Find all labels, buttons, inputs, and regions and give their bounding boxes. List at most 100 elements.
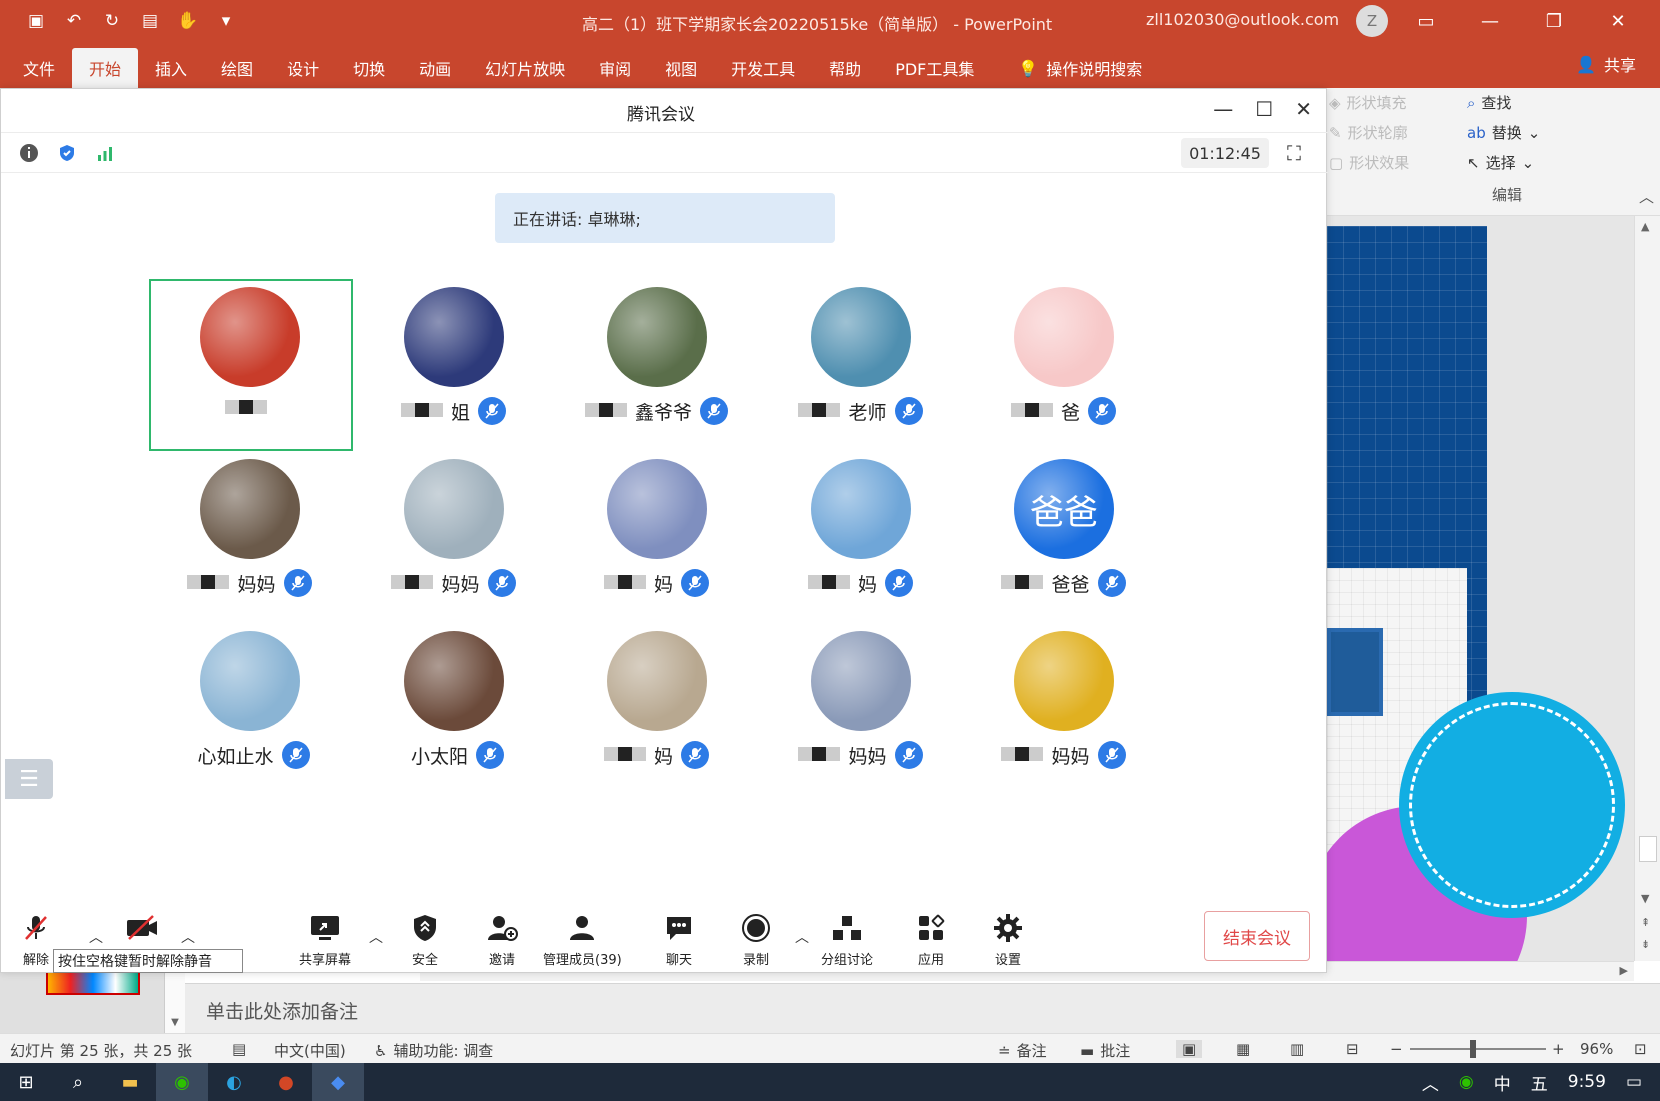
participant-tile[interactable]: 妈妈 xyxy=(147,451,352,619)
notes-pane[interactable]: 单击此处添加备注 xyxy=(0,983,1660,1033)
replace-button[interactable]: ab 替换 ⌄ xyxy=(1467,122,1540,143)
ribbon-tab[interactable]: 设计 xyxy=(270,48,336,88)
ribbon-tab[interactable]: PDF工具集 xyxy=(878,48,991,88)
accessibility-status[interactable]: ♿ 辅助功能: 调查 xyxy=(374,1040,493,1061)
notes-placeholder[interactable]: 单击此处添加备注 xyxy=(206,997,358,1024)
notes-toggle[interactable]: ≐ 备注 xyxy=(998,1040,1047,1061)
shape-fill-button[interactable]: ◈ 形状填充 xyxy=(1329,92,1407,113)
find-button[interactable]: ⌕ 查找 xyxy=(1467,92,1511,113)
end-meeting-button[interactable]: 结束会议 xyxy=(1204,911,1310,961)
ribbon-tab[interactable]: 切换 xyxy=(336,48,402,88)
participant-tile[interactable]: 姐 xyxy=(351,279,556,447)
powerpoint-icon[interactable]: ● xyxy=(260,1063,312,1101)
ime-language[interactable]: 中 xyxy=(1494,1070,1511,1095)
invite-button[interactable]: 邀请 xyxy=(485,911,519,968)
share-button[interactable]: 👤 共享 xyxy=(1576,52,1636,76)
account-email[interactable]: zll102030@outlook.com xyxy=(1146,10,1339,29)
ribbon-tab[interactable]: 幻灯片放映 xyxy=(468,48,582,88)
participant-tile[interactable]: 鑫爷爷 xyxy=(554,279,759,447)
shield-icon[interactable] xyxy=(55,141,79,165)
participant-tile[interactable]: 妈 xyxy=(758,451,963,619)
signal-icon[interactable] xyxy=(93,141,117,165)
mic-options-chevron-icon[interactable]: ︿ xyxy=(89,927,103,947)
participant-tile[interactable]: 心如止水 xyxy=(147,623,352,791)
scroll-thumb[interactable] xyxy=(1639,836,1657,862)
participant-tile[interactable]: 妈妈 xyxy=(961,623,1166,791)
windows-start-icon[interactable]: ⊞ xyxy=(0,1063,52,1101)
info-icon[interactable] xyxy=(17,141,41,165)
touch-mode-icon[interactable]: ✋ xyxy=(176,9,200,33)
start-video-button[interactable] xyxy=(125,911,159,945)
list-icon[interactable]: ☰ xyxy=(5,759,53,799)
search-icon[interactable]: ⌕ xyxy=(52,1063,104,1101)
file-explorer-icon[interactable]: ▬ xyxy=(104,1063,156,1101)
zoom-in-icon[interactable]: + xyxy=(1552,1040,1565,1058)
wechat-tray-icon[interactable]: ◉ xyxy=(1459,1072,1474,1092)
account-avatar[interactable]: Z xyxy=(1356,5,1388,37)
sorter-view-icon[interactable]: ▦ xyxy=(1236,1040,1250,1058)
undo-icon[interactable]: ↶ xyxy=(62,9,86,33)
manage-members-button[interactable]: 管理成员(39) xyxy=(543,911,622,968)
scroll-down-icon[interactable]: ▼ xyxy=(1641,892,1649,905)
collapse-ribbon-icon[interactable]: ︿ xyxy=(1639,186,1654,207)
normal-view-icon[interactable]: ▣ xyxy=(1176,1040,1203,1058)
tell-me-search[interactable]: 💡 操作说明搜索 xyxy=(1001,48,1159,88)
ribbon-tab[interactable]: 文件 xyxy=(6,48,72,88)
prev-slide-icon[interactable]: ⇞ xyxy=(1641,916,1650,929)
record-button[interactable]: 录制 xyxy=(739,911,773,968)
slideshow-view-icon[interactable]: ⊟ xyxy=(1346,1040,1359,1058)
breakout-rooms-button[interactable]: 分组讨论 xyxy=(821,911,873,968)
clock[interactable]: 9:59 xyxy=(1568,1072,1606,1092)
record-options-chevron-icon[interactable]: ︿ xyxy=(795,927,809,947)
shape-outline-button[interactable]: ✎ 形状轮廓 xyxy=(1329,122,1408,143)
participant-tile[interactable]: 妈 xyxy=(554,451,759,619)
notification-icon[interactable]: ▭ xyxy=(1626,1072,1642,1092)
slide-canvas[interactable] xyxy=(1327,216,1634,961)
wechat-icon[interactable]: ◉ xyxy=(156,1063,208,1101)
zoom-out-icon[interactable]: − xyxy=(1390,1040,1403,1058)
next-slide-icon[interactable]: ⇟ xyxy=(1641,938,1650,951)
select-button[interactable]: ↖ 选择 ⌄ xyxy=(1467,152,1534,173)
participant-tile[interactable]: 爸 xyxy=(961,279,1166,447)
present-icon[interactable]: ▤ xyxy=(138,9,162,33)
ribbon-tab[interactable]: 视图 xyxy=(648,48,714,88)
security-button[interactable]: 安全 xyxy=(408,911,442,968)
participant-tile[interactable]: 小太阳 xyxy=(351,623,556,791)
ribbon-tab[interactable]: 开始 xyxy=(72,48,139,88)
ribbon-tab[interactable]: 插入 xyxy=(138,48,204,88)
participant-tile[interactable]: 妈 xyxy=(554,623,759,791)
apps-button[interactable]: 应用 xyxy=(914,911,948,968)
ime-mode[interactable]: 五 xyxy=(1531,1070,1548,1095)
minimize-icon[interactable]: — xyxy=(1213,97,1233,121)
tencent-meeting-icon[interactable]: ◆ xyxy=(312,1063,364,1101)
ribbon-tab[interactable]: 帮助 xyxy=(812,48,878,88)
ribbon-tab[interactable]: 绘图 xyxy=(204,48,270,88)
minimize-icon[interactable]: — xyxy=(1458,0,1522,42)
video-options-chevron-icon[interactable]: ︿ xyxy=(181,927,195,947)
scroll-up-icon[interactable]: ▲ xyxy=(1641,220,1649,233)
close-icon[interactable]: ✕ xyxy=(1295,97,1312,121)
save-icon[interactable]: ▣ xyxy=(24,9,48,33)
fullscreen-icon[interactable]: ⛶ xyxy=(1287,141,1301,165)
share-screen-button[interactable]: 共享屏幕 xyxy=(299,911,351,968)
participant-tile[interactable] xyxy=(147,279,352,447)
ribbon-tab[interactable]: 开发工具 xyxy=(714,48,812,88)
customize-qat-icon[interactable]: ▾ xyxy=(214,9,238,33)
fit-slide-icon[interactable]: ⊡ xyxy=(1634,1040,1647,1058)
redo-icon[interactable]: ↻ xyxy=(100,9,124,33)
participant-tile[interactable]: 妈妈 xyxy=(758,623,963,791)
scroll-down-icon[interactable]: ▼ xyxy=(171,1017,179,1028)
zoom-slider-thumb[interactable] xyxy=(1469,1040,1476,1058)
close-icon[interactable]: ✕ xyxy=(1586,0,1650,42)
ribbon-tab[interactable]: 审阅 xyxy=(582,48,648,88)
show-hidden-icons-icon[interactable]: ︿ xyxy=(1422,1070,1439,1095)
restore-icon[interactable]: ❐ xyxy=(1522,0,1586,42)
zoom-slider[interactable] xyxy=(1410,1048,1546,1050)
reading-view-icon[interactable]: ▥ xyxy=(1290,1040,1304,1058)
spellcheck-icon[interactable]: ▤ xyxy=(232,1040,246,1058)
settings-button[interactable]: 设置 xyxy=(991,911,1025,968)
comments-toggle[interactable]: ▬ 批注 xyxy=(1080,1040,1130,1061)
language-indicator[interactable]: 中文(中国) xyxy=(274,1040,346,1061)
zoom-level[interactable]: 96% xyxy=(1580,1040,1613,1058)
participant-tile[interactable]: 妈妈 xyxy=(351,451,556,619)
